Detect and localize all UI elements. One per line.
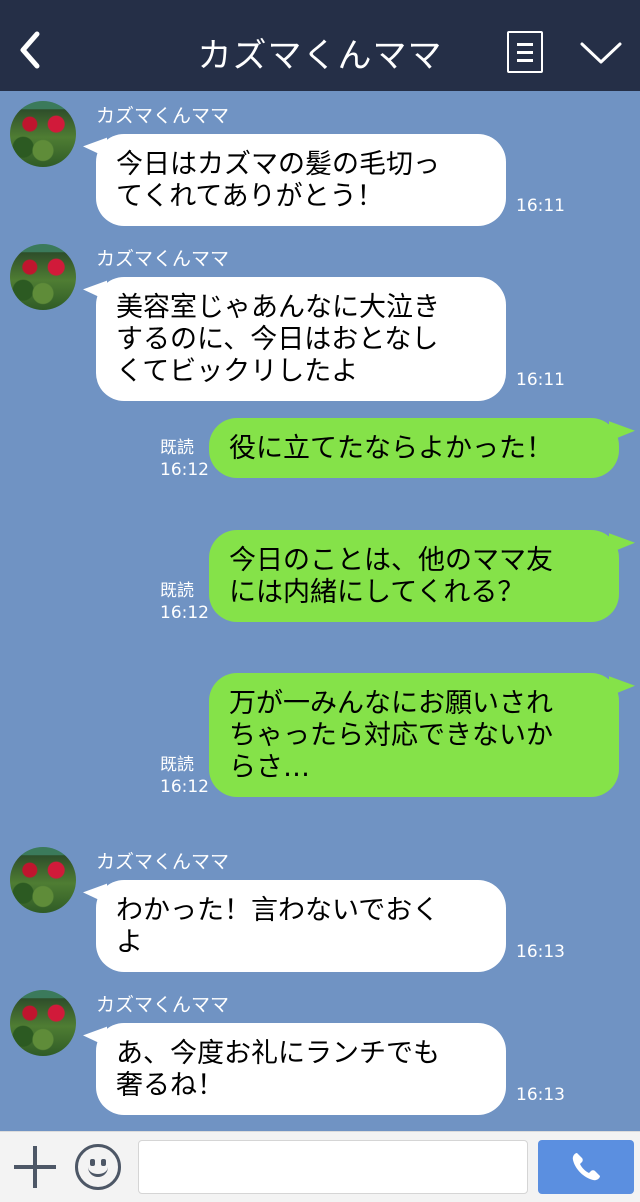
message-line: するのに、今日はおとなし [116, 324, 439, 355]
message-bubble-outgoing[interactable]: 万が一みんなにお願いされ ちゃったら対応できないか らさ… [209, 673, 619, 797]
read-label: 既読 [160, 581, 194, 601]
message-line: あ、今度お礼にランチでも [116, 1038, 440, 1069]
message-line: 役に立てたならよかった！ [229, 433, 553, 464]
message-line: くてビックリしたよ [116, 356, 359, 387]
read-label: 既読 [160, 755, 194, 775]
avatar[interactable] [10, 244, 76, 310]
message-line: 今日のことは、他のママ友 [229, 545, 553, 576]
message-bubble-incoming[interactable]: 今日はカズマの髪の毛切っ てくれてありがとう！ [96, 134, 506, 226]
call-button[interactable] [538, 1140, 634, 1194]
smiley-icon[interactable] [75, 1144, 121, 1190]
read-status: 既読 16:12 [160, 580, 209, 624]
message-time: 16:11 [516, 196, 565, 216]
message-line: らさ… [229, 752, 310, 783]
message-bubble-incoming[interactable]: あ、今度お礼にランチでも 奢るね！ [96, 1023, 506, 1115]
message-line: よ [116, 927, 143, 958]
sender-name: カズマくんママ [96, 851, 230, 873]
message-time: 16:11 [516, 370, 565, 390]
message-line: ちゃったら対応できないか [229, 720, 553, 751]
avatar[interactable] [10, 101, 76, 167]
phone-icon [572, 1153, 600, 1181]
avatar[interactable] [10, 990, 76, 1056]
message-bubble-outgoing[interactable]: 今日のことは、他のママ友 には内緒にしてくれる？ [209, 530, 619, 622]
chat-title: カズマくんママ [197, 36, 443, 76]
input-bar [0, 1131, 640, 1202]
message-time: 16:13 [516, 1085, 565, 1105]
chevron-down-icon[interactable] [578, 36, 624, 70]
sender-name: カズマくんママ [96, 248, 230, 270]
message-time: 16:12 [160, 777, 209, 797]
avatar[interactable] [10, 847, 76, 913]
message-line: 万が一みんなにお願いされ [229, 688, 553, 719]
message-bubble-outgoing[interactable]: 役に立てたならよかった！ [209, 418, 619, 478]
message-bubble-incoming[interactable]: 美容室じゃあんなに大泣き するのに、今日はおとなし くてビックリしたよ [96, 277, 506, 401]
message-line: 美容室じゃあんなに大泣き [116, 292, 440, 323]
plus-icon[interactable] [14, 1146, 56, 1188]
chat-header: カズマくんママ [0, 0, 640, 91]
sender-name: カズマくんママ [96, 994, 230, 1016]
message-time: 16:12 [160, 460, 209, 480]
read-status: 既読 16:12 [160, 754, 209, 798]
message-input[interactable] [138, 1140, 528, 1194]
message-line: わかった！言わないでおく [116, 895, 440, 926]
message-line: 今日はカズマの髪の毛切っ [116, 149, 440, 180]
message-line: には内緒にしてくれる？ [229, 577, 525, 608]
message-time: 16:13 [516, 942, 565, 962]
message-line: てくれてありがとう！ [116, 181, 384, 212]
message-line: 奢るね！ [116, 1070, 224, 1101]
sender-name: カズマくんママ [96, 105, 230, 127]
menu-icon[interactable] [507, 31, 543, 73]
message-time: 16:12 [160, 603, 209, 623]
message-bubble-incoming[interactable]: わかった！言わないでおく よ [96, 880, 506, 972]
read-label: 既読 [160, 438, 194, 458]
read-status: 既読 16:12 [160, 437, 209, 481]
